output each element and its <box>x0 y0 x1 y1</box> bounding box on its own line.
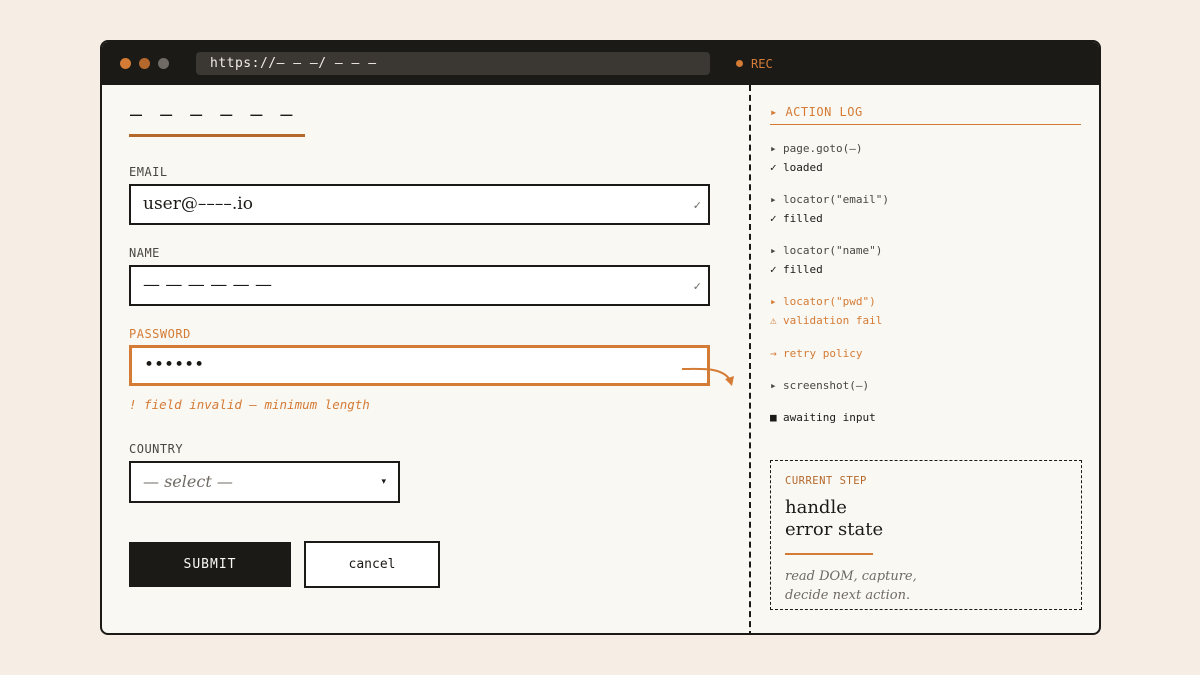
action-log-rule <box>770 124 1081 125</box>
warning-icon: ⚠ <box>770 314 777 327</box>
current-step-title-line: error state <box>785 519 884 540</box>
error-arrow-icon <box>681 367 734 386</box>
country-label: COUNTRY <box>129 442 184 456</box>
current-step-description-line: decide next action. <box>785 588 911 603</box>
name-valid-check-icon: ✓ <box>692 280 702 293</box>
log-entry: ✓ filled <box>770 263 823 277</box>
browser-window: https://– – –/ – – – REC — — — — — — EMA… <box>100 40 1101 635</box>
title-underline <box>129 134 305 137</box>
arrow-right-icon: → <box>770 347 777 360</box>
log-entry: ✓ filled <box>770 212 823 226</box>
log-entry: ■ awaiting input <box>770 411 876 425</box>
log-entry: ⚠ validation fail <box>770 314 882 328</box>
current-step-title-line: handle <box>785 497 847 518</box>
action-log-title: ▸ ACTION LOG <box>770 105 863 119</box>
current-step-description-line: read DOM, capture, <box>785 569 917 584</box>
play-icon: ▸ <box>770 142 777 155</box>
play-icon: ▸ <box>770 379 777 392</box>
minimize-window-dot[interactable] <box>139 58 150 69</box>
log-entry-text: locator("name") <box>783 244 883 257</box>
email-label: EMAIL <box>129 165 168 179</box>
log-entry: → retry policy <box>770 347 862 361</box>
log-entry: ✓ loaded <box>770 161 823 175</box>
url-bar[interactable]: https://– – –/ – – – <box>196 52 710 75</box>
log-entry-text: locator("pwd") <box>783 295 876 308</box>
password-value: •••••• <box>144 355 205 375</box>
email-field[interactable]: user@––––.io ✓ <box>129 184 710 225</box>
check-icon: ✓ <box>770 161 777 174</box>
check-icon: ✓ <box>770 263 777 276</box>
log-entry-text: page.goto(—) <box>783 142 863 155</box>
cancel-button[interactable]: cancel <box>304 541 440 588</box>
country-select-value: — select — <box>143 472 233 491</box>
current-step-description: read DOM, capture, decide next action. <box>785 567 917 605</box>
log-entry: ▸ locator("pwd") <box>770 295 876 309</box>
record-icon <box>736 60 743 67</box>
chevron-down-icon: ▾ <box>381 477 386 487</box>
recording-indicator: REC <box>736 56 773 72</box>
log-entry-text: screenshot(—) <box>783 379 870 392</box>
log-entry: ▸ locator("email") <box>770 193 889 207</box>
play-icon: ▸ <box>770 193 777 206</box>
password-label: PASSWORD <box>129 327 191 341</box>
log-entry: ▸ page.goto(—) <box>770 142 862 156</box>
name-field[interactable]: — — — — — — ✓ <box>129 265 710 306</box>
log-entry: ▸ screenshot(—) <box>770 379 869 393</box>
email-valid-check-icon: ✓ <box>692 199 702 212</box>
log-entry-text: awaiting input <box>783 411 876 424</box>
play-icon: ▸ <box>770 244 777 257</box>
country-select[interactable]: — select — ▾ <box>129 461 400 503</box>
browser-titlebar: https://– – –/ – – – REC <box>102 42 1099 85</box>
log-entry: ▸ locator("name") <box>770 244 882 258</box>
panel-divider <box>749 85 751 633</box>
log-entry-text: locator("email") <box>783 193 889 206</box>
play-icon: ▸ <box>770 295 777 308</box>
stop-icon: ■ <box>770 411 777 424</box>
current-step-card: CURRENT STEP handle error state read DOM… <box>770 460 1082 610</box>
log-entry-text: loaded <box>783 161 823 174</box>
current-step-rule <box>785 553 873 555</box>
check-icon: ✓ <box>770 212 777 225</box>
password-error-message: ! field invalid — minimum length <box>129 397 370 412</box>
password-field[interactable]: •••••• <box>129 345 710 386</box>
page-title: — — — — — — <box>130 102 296 126</box>
log-entry-text: filled <box>783 212 823 225</box>
close-window-dot[interactable] <box>120 58 131 69</box>
email-value: user@––––.io <box>143 194 253 214</box>
log-entry-text: filled <box>783 263 823 276</box>
log-entry-text: retry policy <box>783 347 863 360</box>
current-step-title: handle error state <box>785 497 883 541</box>
current-step-kicker: CURRENT STEP <box>785 475 867 487</box>
maximize-window-dot[interactable] <box>158 58 169 69</box>
name-value: — — — — — — <box>143 275 273 295</box>
rec-label: REC <box>751 57 773 71</box>
submit-button[interactable]: SUBMIT <box>129 542 291 587</box>
name-label: NAME <box>129 246 160 260</box>
log-entry-text: validation fail <box>783 314 883 327</box>
